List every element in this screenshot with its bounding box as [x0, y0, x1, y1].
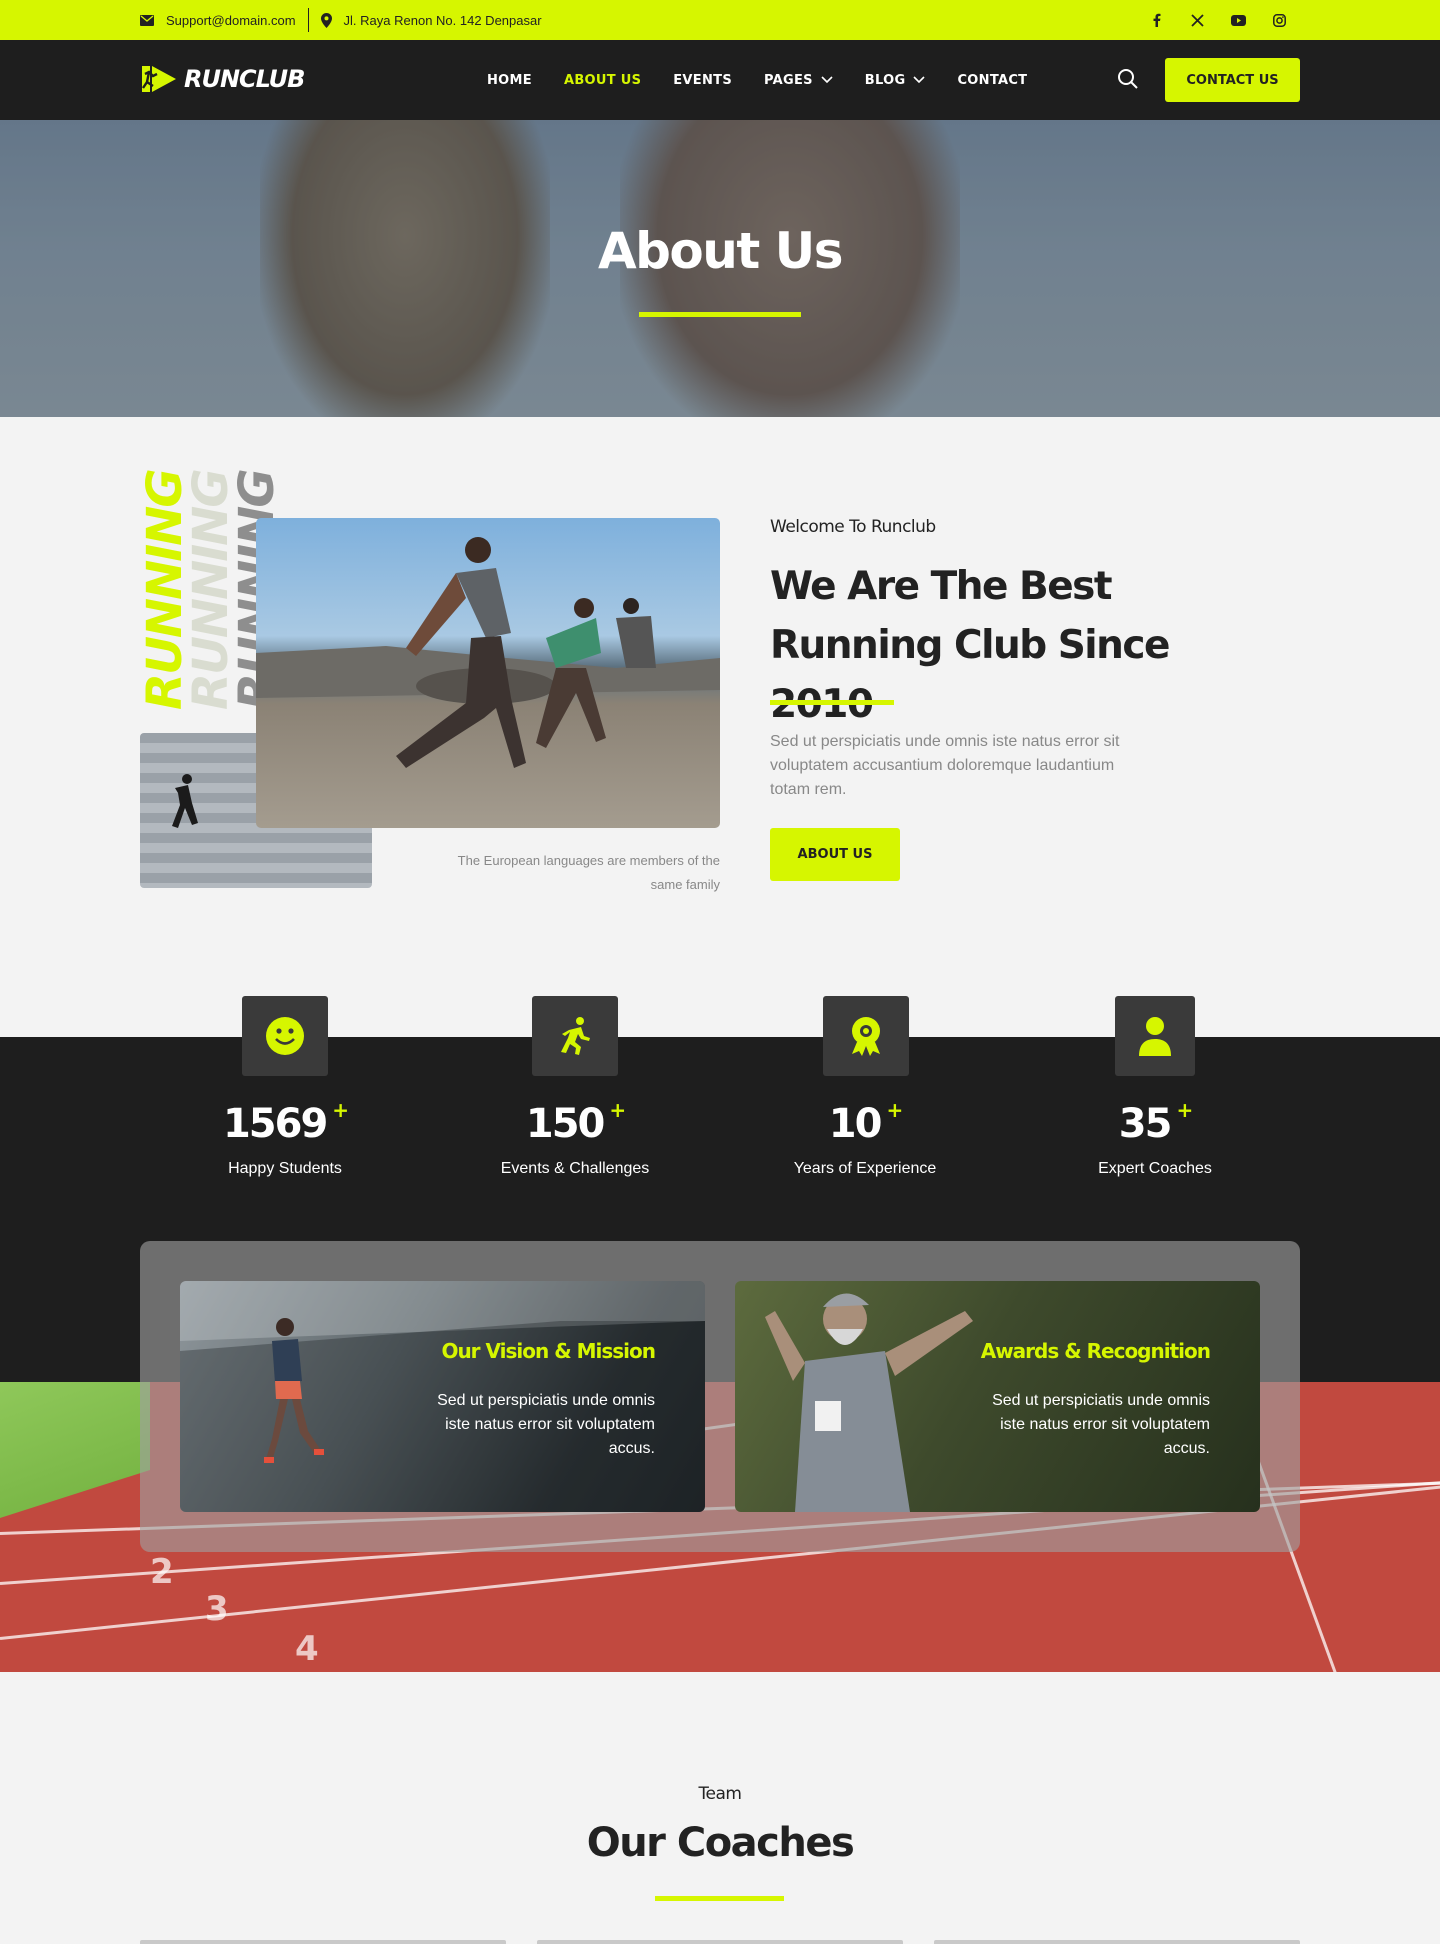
stat-label: Happy Students	[228, 1160, 342, 1177]
nav-item-about-us[interactable]: ABOUT US	[564, 73, 641, 88]
stat-label: Expert Coaches	[1098, 1160, 1212, 1177]
stat-icon-box	[823, 996, 909, 1076]
logo-mark-icon	[142, 66, 176, 92]
runner-icon	[561, 1017, 590, 1055]
section-eyebrow: Team	[698, 1784, 742, 1804]
topbar-email[interactable]: Support@domain.com	[140, 13, 296, 28]
topbar-email-text: Support@domain.com	[166, 12, 296, 28]
stat-number: 35	[1118, 1101, 1173, 1147]
nav-item-label: CONTACT	[957, 72, 1028, 88]
top-bar: Support@domain.com Jl. Raya Renon No. 14…	[0, 0, 1440, 40]
stat-label: Years of Experience	[793, 1160, 937, 1177]
search-button[interactable]	[1117, 68, 1139, 95]
map-pin-icon	[320, 12, 332, 28]
team-section: Team Our Coaches	[0, 1672, 1440, 1944]
stat-label: Events & Challenges	[500, 1160, 650, 1177]
stat-suffix: +	[609, 1097, 626, 1122]
smiley-icon	[266, 1017, 304, 1055]
contact-us-button[interactable]: CONTACT US	[1165, 58, 1300, 102]
lane-number: 3	[205, 1589, 229, 1629]
about-section: RUNNING RUNNING RUNNING The European lan…	[0, 417, 1440, 1037]
stat-number: 10	[828, 1101, 883, 1147]
person-icon	[1139, 1017, 1171, 1056]
card-title: Awards & Recognition	[980, 1339, 1211, 1363]
award-icon	[852, 1017, 880, 1056]
image-caption: The European languages are members of th…	[457, 853, 720, 892]
facebook-icon[interactable]	[1136, 0, 1177, 40]
section-heading: We Are The Best Running Club Since 2010	[770, 564, 1171, 727]
card-text: Sed ut perspiciatis unde omnis iste natu…	[992, 1392, 1210, 1457]
chevron-down-icon	[821, 76, 833, 84]
stat-value: 1569 +	[185, 1097, 385, 1147]
stat-icon-box	[1115, 996, 1195, 1076]
page-hero: About Us	[0, 120, 1440, 417]
search-icon	[1118, 69, 1138, 89]
nav-item-contact[interactable]: CONTACT	[957, 73, 1027, 88]
envelope-icon	[140, 14, 154, 26]
stat-value: 10 +	[765, 1097, 965, 1147]
nav-item-events[interactable]: EVENTS	[673, 73, 732, 88]
topbar-address-text: Jl. Raya Renon No. 142 Denpasar	[343, 12, 542, 28]
stat-value: 35 +	[1055, 1097, 1255, 1147]
about-us-button[interactable]: ABOUT US	[770, 828, 900, 881]
nav-item-blog[interactable]: BLOG	[865, 73, 926, 88]
stat-suffix: +	[886, 1097, 903, 1122]
nav-item-label: PAGES	[763, 72, 813, 88]
nav-item-label: HOME	[487, 72, 532, 88]
section-eyebrow: Welcome To Runclub	[770, 517, 936, 537]
stat-icon-box	[532, 996, 618, 1076]
card-text: Sed ut perspiciatis unde omnis iste natu…	[437, 1392, 655, 1457]
nav-item-pages[interactable]: PAGES	[764, 73, 833, 88]
nav-item-label: EVENTS	[673, 72, 732, 88]
lane-number: 2	[150, 1552, 174, 1592]
nav-menu: HOME ABOUT US EVENTS PAGES BLOG CONTACT	[487, 40, 1059, 120]
vision-mission-card[interactable]: Our Vision & Mission Sed ut perspiciatis…	[180, 1281, 705, 1512]
section-description: Sed ut perspiciatis unde omnis iste natu…	[770, 733, 1120, 798]
stat-number: 150	[525, 1101, 605, 1147]
nav-item-label: ABOUT US	[563, 72, 642, 88]
nav-item-home[interactable]: HOME	[487, 73, 532, 88]
stat-icon-box	[242, 996, 328, 1076]
stat-value: 150 +	[475, 1097, 675, 1147]
lane-number: 4	[295, 1629, 319, 1669]
coach-card[interactable]	[934, 1940, 1300, 1944]
coach-card[interactable]	[537, 1940, 903, 1944]
instagram-icon[interactable]	[1259, 0, 1300, 40]
stat-suffix: +	[332, 1097, 349, 1122]
youtube-icon[interactable]	[1218, 0, 1259, 40]
topbar-divider	[307, 8, 309, 32]
section-heading: Our Coaches	[586, 1820, 855, 1866]
feature-cards-panel: Our Vision & Mission Sed ut perspiciatis…	[140, 1241, 1300, 1552]
heading-underline	[770, 700, 894, 705]
social-links	[1136, 0, 1300, 40]
awards-recognition-card[interactable]: Awards & Recognition Sed ut perspiciatis…	[735, 1281, 1260, 1512]
chevron-down-icon	[913, 76, 926, 84]
logo-text: RUNCLUB	[184, 65, 305, 93]
grass-field	[0, 1382, 150, 1518]
title-underline	[639, 312, 801, 317]
nav-item-label: BLOG	[864, 72, 906, 88]
logo[interactable]: RUNCLUB	[140, 64, 305, 94]
heading-underline	[655, 1896, 784, 1901]
page-title: About Us	[597, 222, 844, 280]
main-navigation: RUNCLUB HOME ABOUT US EVENTS PAGES BLOG …	[0, 40, 1440, 120]
x-icon[interactable]	[1177, 0, 1218, 40]
coach-card[interactable]	[140, 1940, 506, 1944]
stat-suffix: +	[1176, 1097, 1193, 1122]
card-title: Our Vision & Mission	[441, 1339, 656, 1363]
group-running-image	[256, 518, 720, 828]
topbar-address: Jl. Raya Renon No. 142 Denpasar	[320, 12, 542, 28]
stat-number: 1569	[222, 1101, 328, 1147]
